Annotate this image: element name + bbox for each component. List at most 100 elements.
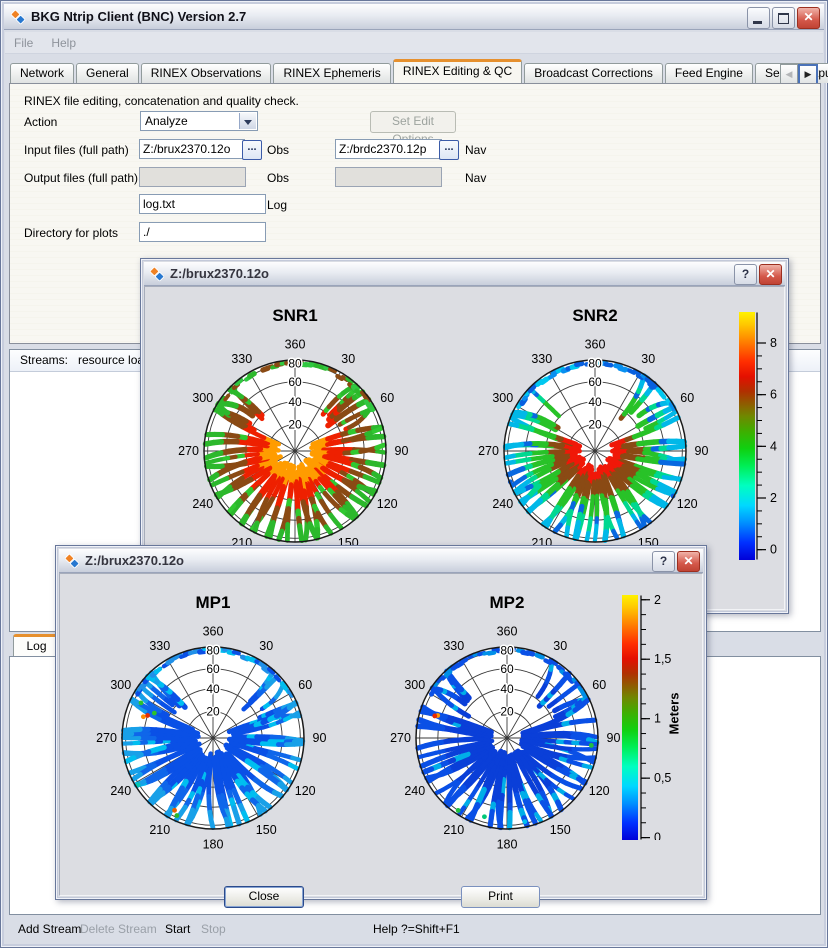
svg-text:60: 60: [680, 391, 694, 405]
svg-text:180: 180: [497, 837, 518, 851]
set-edit-options-button: Set Edit Options: [370, 111, 456, 133]
close-button[interactable]: ✕: [759, 264, 782, 285]
output-nav-field: [335, 167, 442, 187]
menu-help[interactable]: Help: [42, 36, 85, 50]
close-icon: ✕: [803, 10, 813, 24]
maximize-icon: [778, 13, 789, 24]
svg-text:30: 30: [341, 352, 355, 366]
help-button[interactable]: ?: [652, 551, 675, 572]
action-add-stream[interactable]: Add Stream: [18, 922, 81, 936]
tab-rinex-observations[interactable]: RINEX Observations: [141, 63, 272, 83]
input-obs-field[interactable]: [139, 139, 245, 159]
minimize-button[interactable]: [747, 7, 770, 29]
svg-text:120: 120: [377, 497, 398, 511]
snr-colorbar: [739, 312, 755, 560]
tab-broadcast-corrections[interactable]: Broadcast Corrections: [524, 63, 663, 83]
close-icon: ✕: [765, 267, 775, 281]
action-dropdown[interactable]: Analyze: [140, 111, 258, 131]
help-hint: Help ?=Shift+F1: [373, 922, 460, 936]
snr1-skyplot: 3603060901201501802102402703003302040608…: [175, 331, 415, 571]
panel-description: RINEX file editing, concatenation and qu…: [24, 94, 299, 108]
svg-text:210: 210: [443, 823, 464, 837]
snr-colorbar-ticks: 02468: [756, 312, 788, 560]
tab-network[interactable]: Network: [10, 63, 74, 83]
nav-suffix-1: Nav: [465, 143, 486, 157]
menu-file[interactable]: File: [5, 36, 42, 50]
tab-log[interactable]: Log: [13, 634, 60, 656]
obs-suffix-1: Obs: [267, 143, 289, 157]
svg-text:210: 210: [149, 823, 170, 837]
action-start[interactable]: Start: [165, 922, 190, 936]
svg-text:30: 30: [553, 639, 567, 653]
chevron-down-icon: [239, 113, 256, 129]
svg-text:40: 40: [500, 682, 514, 696]
svg-text:120: 120: [589, 784, 610, 798]
colorbar-unit-label: Meters: [667, 664, 682, 764]
svg-text:330: 330: [149, 639, 170, 653]
tab-rinex-ephemeris[interactable]: RINEX Ephemeris: [273, 63, 390, 83]
close-plot-button[interactable]: Close: [224, 886, 304, 908]
browse-obs-button[interactable]: ...: [242, 140, 262, 160]
svg-text:40: 40: [206, 682, 220, 696]
maximize-button[interactable]: [772, 7, 795, 29]
close-button[interactable]: ✕: [677, 551, 700, 572]
svg-text:80: 80: [206, 644, 220, 658]
svg-text:300: 300: [404, 678, 425, 692]
svg-text:360: 360: [497, 625, 518, 639]
browse-nav-button[interactable]: ...: [439, 140, 459, 160]
svg-text:330: 330: [231, 352, 252, 366]
close-button[interactable]: ✕: [797, 7, 820, 29]
mp-colorbar: [622, 595, 638, 840]
tab-scroll-left-icon: ◀: [780, 64, 798, 85]
svg-text:270: 270: [96, 731, 117, 745]
svg-text:60: 60: [288, 375, 302, 389]
plots-dir-field[interactable]: [139, 222, 266, 242]
window-title: BKG Ntrip Client (BNC) Version 2.7: [31, 9, 246, 24]
svg-text:330: 330: [531, 352, 552, 366]
output-obs-field: [139, 167, 246, 187]
nav-suffix-2: Nav: [465, 171, 486, 185]
svg-text:8: 8: [770, 336, 777, 350]
logfile-field[interactable]: [139, 194, 266, 214]
mp-dialog-content: MP1 MP2 36030609012015018021024027030033…: [59, 573, 703, 896]
main-titlebar[interactable]: BKG Ntrip Client (BNC) Version 2.7 ✕: [4, 4, 824, 30]
tab-rinex-editing-qc[interactable]: RINEX Editing & QC: [393, 59, 522, 83]
svg-text:90: 90: [395, 444, 409, 458]
help-button[interactable]: ?: [734, 264, 757, 285]
svg-text:90: 90: [695, 444, 709, 458]
svg-text:0,5: 0,5: [654, 771, 671, 785]
action-value: Analyze: [145, 114, 188, 128]
print-button[interactable]: Print: [461, 886, 540, 908]
svg-text:60: 60: [500, 662, 514, 676]
svg-text:240: 240: [192, 497, 213, 511]
svg-text:120: 120: [295, 784, 316, 798]
snr-dialog-titlebar[interactable]: Z:/brux2370.12o ? ✕: [144, 262, 785, 286]
svg-text:4: 4: [770, 439, 777, 453]
svg-text:0: 0: [770, 543, 777, 557]
input-nav-field[interactable]: [335, 139, 442, 159]
svg-text:30: 30: [641, 352, 655, 366]
mp2-title: MP2: [387, 593, 627, 613]
svg-text:60: 60: [206, 662, 220, 676]
menu-bar: FileHelp: [5, 32, 823, 54]
mp-dialog-titlebar[interactable]: Z:/brux2370.12o ? ✕: [59, 549, 703, 573]
svg-text:2: 2: [770, 491, 777, 505]
snr-dialog-title: Z:/brux2370.12o: [170, 266, 269, 281]
svg-text:270: 270: [478, 444, 499, 458]
svg-text:330: 330: [443, 639, 464, 653]
svg-text:40: 40: [288, 395, 302, 409]
svg-text:240: 240: [492, 497, 513, 511]
svg-text:300: 300: [192, 391, 213, 405]
svg-text:60: 60: [380, 391, 394, 405]
svg-text:270: 270: [390, 731, 411, 745]
tab-general[interactable]: General: [76, 63, 139, 83]
svg-text:20: 20: [288, 418, 302, 432]
svg-text:90: 90: [313, 731, 327, 745]
obs-suffix-2: Obs: [267, 171, 289, 185]
mp1-skyplot: 3603060901201501802102402703003302040608…: [93, 618, 333, 858]
log-suffix: Log: [267, 198, 287, 212]
action-delete-stream: Delete Stream: [80, 922, 157, 936]
tab-feed-engine[interactable]: Feed Engine: [665, 63, 753, 83]
svg-text:300: 300: [492, 391, 513, 405]
input-files-label: Input files (full path): [24, 143, 129, 157]
